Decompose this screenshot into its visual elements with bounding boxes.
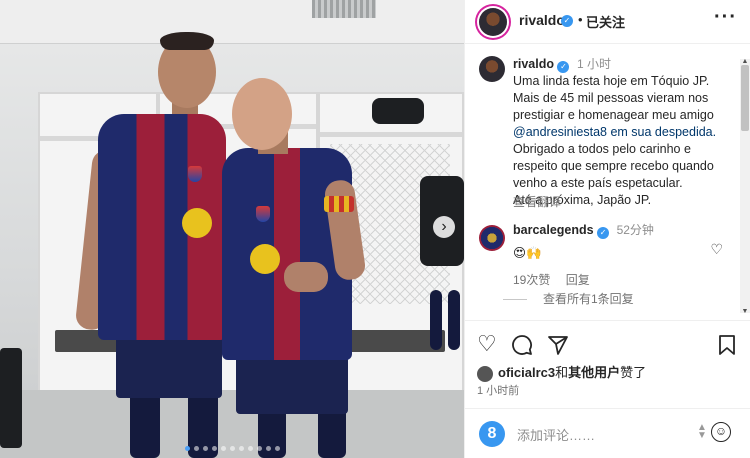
caption-username[interactable]: rivaldo [513, 57, 554, 71]
likes-summary: oficialrc3和其他用户赞了 [477, 362, 646, 382]
other-likers-link[interactable]: 其他用户 [568, 365, 620, 380]
user-badge[interactable]: 8 [479, 421, 505, 447]
see-translation-link[interactable]: 查看翻译 [513, 193, 561, 210]
captain-armband [324, 196, 354, 212]
carousel-dot[interactable] [265, 446, 271, 451]
carousel-dot[interactable] [202, 446, 208, 451]
reply-button[interactable]: 回复 [566, 273, 590, 287]
comment: barcalegends ✓ 52分钟 😍🙌 19次赞 回复 [513, 221, 723, 288]
comments-section[interactable]: rivaldo ✓ 1 小时 Uma linda festa hoje em T… [465, 45, 750, 319]
emoji-icon[interactable]: ☺ [711, 422, 731, 442]
more-options-icon[interactable]: ··· [714, 6, 737, 29]
club-crest [188, 166, 202, 182]
chevron-right-icon[interactable]: › [433, 216, 455, 238]
caption-line: Uma linda festa hoje em Tóquio JP. [513, 74, 710, 88]
avatar[interactable] [479, 8, 507, 36]
post-timestamp: 1 小时前 [477, 385, 520, 397]
add-comment-bar: 8 添加评论…… ▲ ▼ ☺ [465, 408, 750, 458]
liker-username[interactable]: oficialrc3 [498, 365, 555, 380]
scrollbar[interactable]: ▲ ▼ [740, 58, 750, 315]
player-head [232, 78, 292, 150]
sponsor-logo [250, 244, 280, 274]
verified-icon: ✓ [557, 61, 570, 73]
caption-line: prestigiar e homenagear meu amigo [513, 108, 714, 122]
caption-line: respeito que sempre recebo quando [513, 159, 714, 173]
bookmark-icon[interactable] [717, 334, 737, 356]
bag [372, 98, 424, 124]
follow-status-button[interactable]: 已关注 [586, 12, 625, 31]
club-crest [256, 206, 270, 222]
sponsor-logo [182, 208, 212, 238]
carousel-dot[interactable] [211, 446, 217, 451]
verified-icon: ✓ [597, 227, 610, 239]
view-replies-link[interactable]: 查看所有1条回复 [543, 290, 634, 307]
caption: rivaldo ✓ 1 小时 Uma linda festa hoje em T… [513, 56, 727, 209]
caption-avatar[interactable] [479, 56, 505, 82]
post-photo: › [0, 0, 464, 458]
comment-username[interactable]: barcalegends [513, 223, 594, 237]
carousel-dot[interactable] [247, 446, 253, 451]
carousel-dot[interactable] [229, 446, 235, 451]
caption-line: Obrigado a todos pelo carinho e [513, 142, 691, 156]
carousel-dot[interactable] [184, 446, 190, 451]
carousel-dot[interactable] [193, 446, 199, 451]
player-hand [284, 262, 328, 292]
ceiling-vent [312, 0, 376, 18]
caption-line: venho a este país espetacular. [513, 176, 683, 190]
carousel-dot[interactable] [238, 446, 244, 451]
carousel-dot[interactable] [274, 446, 280, 451]
liker-avatar[interactable] [477, 365, 493, 382]
player-shorts [116, 330, 222, 398]
comment-likes[interactable]: 19次赞 [513, 273, 550, 287]
resize-handle-icon: ▲ ▼ [697, 422, 707, 441]
post-header: rivaldo ✓ • 已关注 ··· [465, 0, 750, 44]
scroll-up-icon[interactable]: ▲ [740, 58, 750, 65]
post-actions: ♡ [465, 320, 750, 368]
caption-mention[interactable]: @andresiniesta8 em sua despedida. [513, 124, 727, 141]
comment-text: 😍🙌 [513, 246, 542, 260]
heart-icon[interactable]: ♡ [477, 333, 497, 355]
carousel-dots [0, 438, 464, 456]
scroll-down-icon[interactable]: ▼ [740, 308, 750, 315]
ceiling [0, 0, 464, 44]
carousel-dot[interactable] [220, 446, 226, 451]
post-side-panel: rivaldo ✓ • 已关注 ··· rivaldo ✓ 1 小时 Uma l… [464, 0, 750, 458]
scroll-thumb[interactable] [741, 65, 749, 131]
carousel-dot[interactable] [256, 446, 262, 451]
suitcase [0, 348, 22, 448]
caption-line: Mais de 45 mil pessoas vieram nos [513, 91, 709, 105]
share-icon[interactable] [547, 334, 569, 356]
verified-icon: ✓ [561, 15, 573, 27]
comment-time: 52分钟 [616, 223, 654, 237]
comment-avatar[interactable] [479, 225, 505, 251]
comment-icon[interactable] [511, 334, 533, 356]
comment-input[interactable]: 添加评论…… [517, 425, 595, 444]
caption-time: 1 小时 [576, 57, 611, 71]
comment-heart-icon[interactable]: ♡ [710, 241, 723, 258]
header-username[interactable]: rivaldo [519, 12, 565, 28]
